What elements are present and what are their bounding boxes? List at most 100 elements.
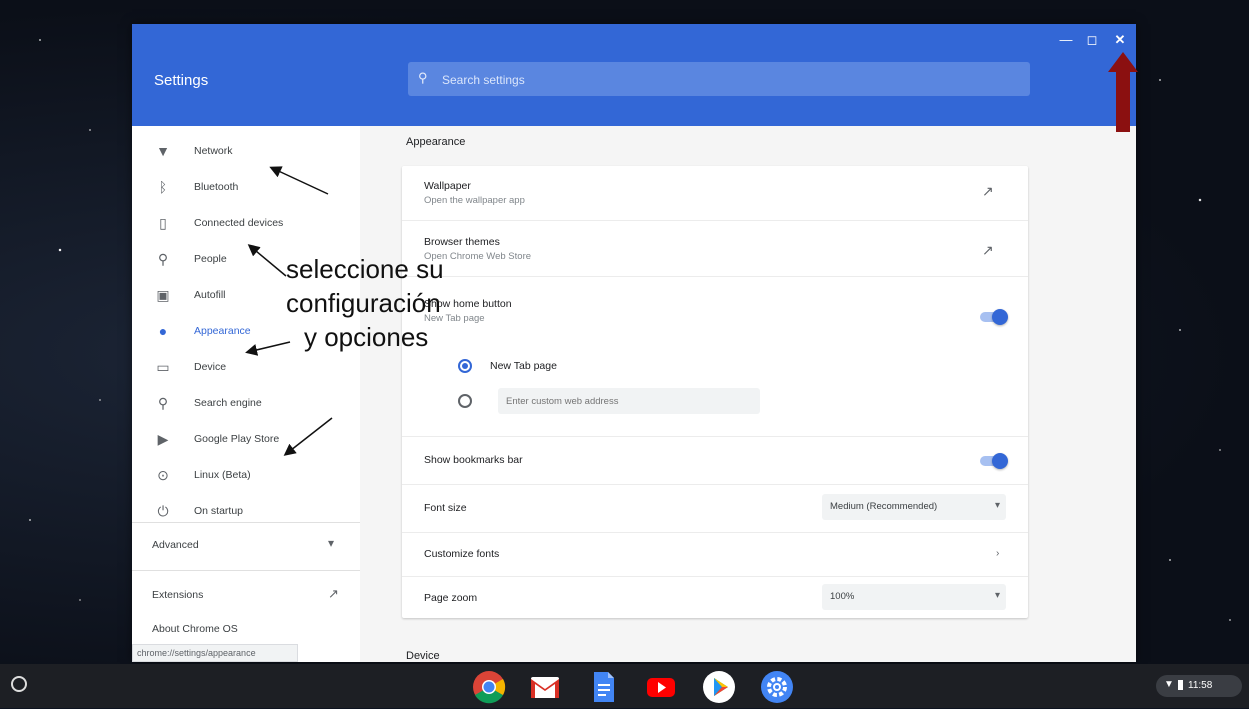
open-external-icon: ↗	[328, 586, 339, 601]
font-size-value: Medium (Recommended)	[830, 501, 938, 512]
section-title: Appearance	[406, 136, 466, 148]
browser-themes-row[interactable]: Browser themes Open Chrome Web Store ↗	[402, 222, 1028, 274]
sidebar-item-about[interactable]: About Chrome OS	[152, 623, 238, 635]
settings-icon	[761, 671, 793, 703]
sidebar-item-connected-devices[interactable]: ▯ Connected devices	[132, 208, 360, 240]
divider	[402, 220, 1028, 221]
sidebar-item-device[interactable]: ▭ Device	[132, 352, 360, 384]
search-box[interactable]: ⚲	[408, 62, 1030, 96]
title-bar: — ◻ ✕ Settings ⚲	[132, 24, 1136, 126]
clock: 11:58	[1188, 680, 1213, 691]
sidebar-item-bluetooth[interactable]: ᛒ Bluetooth	[132, 172, 360, 204]
home-button-toggle[interactable]	[980, 309, 1008, 325]
sidebar-divider	[132, 522, 360, 523]
wallpaper-row[interactable]: Wallpaper Open the wallpaper app ↗	[402, 166, 1028, 218]
sidebar-item-label: Autofill	[194, 289, 226, 301]
sidebar-item-label: Appearance	[194, 325, 251, 337]
person-icon: ⚲	[157, 251, 169, 267]
maximize-button[interactable]: ◻	[1082, 30, 1102, 50]
laptop-icon: ▭	[156, 359, 170, 375]
device-section-title: Device	[406, 650, 440, 662]
annotation-text: seleccione su configuración y opciones	[286, 252, 444, 354]
docs-icon	[594, 672, 614, 702]
minimize-button[interactable]: —	[1056, 30, 1076, 50]
font-size-select[interactable]: Medium (Recommended) ▾	[822, 494, 1006, 520]
launcher-button[interactable]	[11, 676, 27, 692]
youtube-icon	[647, 678, 675, 697]
sidebar-item-google-play-store[interactable]: ▶ Google Play Store	[132, 424, 360, 456]
gmail-icon	[531, 677, 559, 698]
docs-app[interactable]	[586, 670, 620, 704]
divider	[402, 276, 1028, 277]
gmail-app[interactable]	[528, 670, 562, 704]
settings-window: — ◻ ✕ Settings ⚲ ▼ Network ᛒ Bluetooth ▯ Conn…	[132, 24, 1136, 662]
home-button-row: Show home button New Tab page	[402, 278, 1028, 330]
sidebar-item-on-startup[interactable]: ⏻ On startup	[132, 496, 360, 528]
annotation-line-1: seleccione su	[286, 254, 444, 284]
close-button[interactable]: ✕	[1110, 30, 1130, 50]
sidebar-item-label: Network	[194, 145, 233, 157]
bookmarks-bar-row: Show bookmarks bar	[402, 438, 1028, 482]
sidebar-item-search-engine[interactable]: ⚲ Search engine	[132, 388, 360, 420]
linux-icon: ⊙	[157, 467, 169, 483]
play-store-app[interactable]	[702, 670, 736, 704]
divider	[402, 484, 1028, 485]
customize-fonts-title: Customize fonts	[424, 548, 500, 560]
sidebar-item-label: Google Play Store	[194, 433, 280, 445]
chrome-app[interactable]	[472, 670, 506, 704]
status-tray[interactable]: ▼ 11:58	[1156, 675, 1242, 697]
customize-fonts-row[interactable]: Customize fonts ›	[402, 534, 1028, 574]
divider	[402, 436, 1028, 437]
divider	[402, 532, 1028, 533]
sidebar-divider	[132, 570, 360, 571]
status-url-bar: chrome://settings/appearance	[132, 644, 298, 662]
page-zoom-title: Page zoom	[424, 592, 478, 604]
extensions-label: Extensions	[152, 589, 204, 601]
phone-icon: ▯	[159, 215, 167, 231]
settings-app[interactable]	[760, 670, 794, 704]
bookmarks-bar-title: Show bookmarks bar	[424, 454, 523, 466]
sidebar-item-label: Search engine	[194, 397, 262, 409]
sidebar-item-network[interactable]: ▼ Network	[132, 136, 360, 168]
sidebar-item-label: Connected devices	[194, 217, 284, 229]
settings-sidebar: ▼ Network ᛒ Bluetooth ▯ Connected devices ⚲ Peo…	[132, 126, 360, 662]
search-input[interactable]	[440, 69, 1004, 91]
sidebar-item-linux-beta[interactable]: ⊙ Linux (Beta)	[132, 460, 360, 492]
search-icon: ⚲	[157, 395, 169, 411]
chevron-right-icon: ›	[996, 548, 1000, 559]
page-zoom-row: Page zoom 100% ▾	[402, 576, 1028, 618]
open-external-icon[interactable]: ↗	[982, 183, 994, 200]
open-external-icon[interactable]: ↗	[982, 242, 994, 259]
chrome-icon	[473, 671, 506, 704]
annotation-line-3: y opciones	[304, 322, 429, 352]
wifi-icon: ▼	[1164, 679, 1174, 690]
sidebar-item-advanced[interactable]: Advanced ▾	[132, 530, 360, 562]
browser-themes-title: Browser themes	[424, 236, 500, 248]
sidebar-item-label: On startup	[194, 505, 244, 517]
font-size-title: Font size	[424, 502, 467, 514]
search-icon: ⚲	[418, 70, 428, 85]
radio-custom-url[interactable]	[458, 394, 472, 408]
page-zoom-select[interactable]: 100% ▾	[822, 584, 1006, 610]
page-zoom-value: 100%	[830, 591, 855, 602]
radio-new-tab[interactable]	[458, 359, 472, 373]
custom-url-input[interactable]	[498, 388, 760, 414]
dropdown-arrow-icon: ▾	[994, 500, 1000, 511]
sidebar-item-label: Linux (Beta)	[194, 469, 251, 481]
dropdown-arrow-icon: ▾	[994, 590, 1000, 601]
youtube-app[interactable]	[644, 670, 678, 704]
sidebar-item-label: Device	[194, 361, 227, 373]
sidebar-item-label: Bluetooth	[194, 181, 239, 193]
autofill-icon: ▣	[156, 287, 170, 303]
play-store-icon	[703, 671, 735, 703]
battery-icon	[1178, 680, 1183, 690]
advanced-label: Advanced	[152, 539, 199, 551]
settings-main: Appearance Wallpaper Open the wallpaper …	[360, 126, 1136, 662]
play-store-icon: ▶	[157, 431, 169, 447]
power-icon: ⏻	[157, 503, 169, 519]
palette-icon: ●	[158, 323, 168, 339]
bookmarks-bar-toggle[interactable]	[980, 453, 1008, 469]
sidebar-item-extensions[interactable]: Extensions ↗	[132, 580, 360, 612]
shelf: ▼ 11:58	[0, 664, 1249, 708]
wallpaper-title: Wallpaper	[424, 180, 471, 192]
